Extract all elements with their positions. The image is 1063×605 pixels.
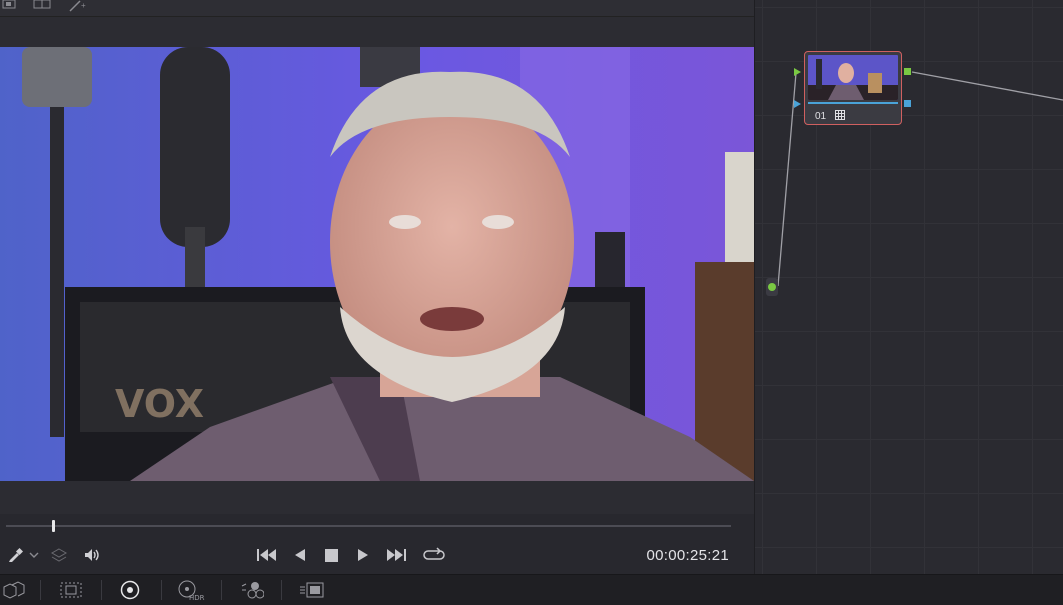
dual-view-icon[interactable] xyxy=(33,0,51,13)
bottom-separator xyxy=(161,580,162,600)
timecode-display: 00:00:25:21 xyxy=(646,547,729,564)
node-number: 01 xyxy=(815,111,827,122)
node-connections xyxy=(777,68,1063,287)
transport-bar: 00:00:25:21 xyxy=(0,540,754,572)
motion-effects-icon[interactable] xyxy=(297,577,327,603)
source-output-dot[interactable] xyxy=(768,283,776,291)
bottom-separator xyxy=(101,580,102,600)
grid-icon xyxy=(834,110,845,120)
svg-text:+: + xyxy=(81,1,86,10)
hdr-wheels-icon[interactable]: HDR xyxy=(176,577,206,603)
node-thumbnail xyxy=(808,55,898,100)
video-preview[interactable]: VOX xyxy=(0,47,754,481)
svg-text:HDR: HDR xyxy=(189,594,205,601)
palette-bar: HDR xyxy=(0,574,1063,605)
color-wheels-icon[interactable] xyxy=(117,577,143,603)
skip-to-start-icon[interactable] xyxy=(254,540,280,570)
magic-wand-icon[interactable]: + xyxy=(68,0,86,15)
bottom-separator xyxy=(221,580,222,600)
rgb-mixer-icon[interactable] xyxy=(238,577,266,603)
scrubber-playhead[interactable] xyxy=(51,520,55,532)
source-input-node[interactable] xyxy=(766,278,778,296)
play-icon[interactable] xyxy=(353,540,373,570)
eyedropper-icon[interactable] xyxy=(4,540,26,570)
layers-icon[interactable] xyxy=(48,540,70,570)
viewer-toolbar: + xyxy=(0,0,754,17)
node-01[interactable]: 01 xyxy=(804,51,902,125)
node-rgb-output[interactable] xyxy=(904,68,911,75)
node-color-bar xyxy=(808,102,898,104)
bottom-separator xyxy=(281,580,282,600)
bottom-separator xyxy=(40,580,41,600)
loop-icon[interactable] xyxy=(421,540,447,570)
chevron-down-icon[interactable] xyxy=(27,540,41,570)
stop-icon[interactable] xyxy=(321,540,341,570)
grid-select-icon[interactable] xyxy=(58,577,84,603)
layout-icon[interactable] xyxy=(2,0,16,13)
speaker-icon[interactable] xyxy=(80,540,104,570)
play-reverse-icon[interactable] xyxy=(290,540,310,570)
viewer-header xyxy=(0,17,754,47)
skip-to-end-icon[interactable] xyxy=(383,540,409,570)
scrubber-track[interactable] xyxy=(6,525,731,527)
node-alpha-output[interactable] xyxy=(904,100,911,107)
node-label: 01 xyxy=(815,110,845,122)
viewer-footer-strip xyxy=(0,481,754,514)
3d-cubes-icon[interactable] xyxy=(0,577,28,603)
svg-text:VOX: VOX xyxy=(115,382,204,426)
